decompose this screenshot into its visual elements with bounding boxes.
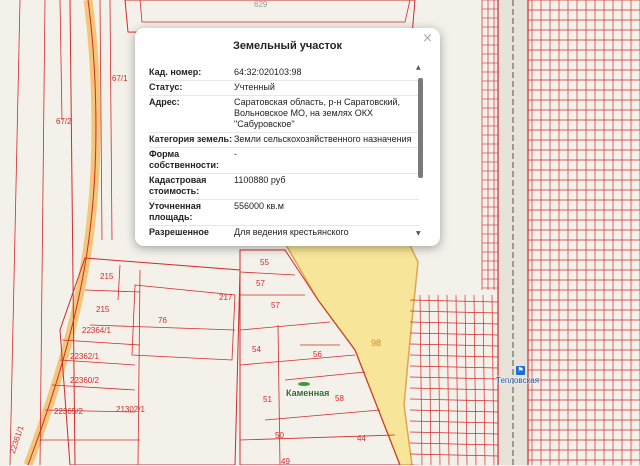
parcel-number: 67/1 bbox=[112, 74, 128, 83]
attribute-value: Земли сельскохозяйственного назначения bbox=[234, 134, 412, 144]
attribute-key: Кадастровая стоимость: bbox=[149, 175, 207, 196]
parcel-number: 22364/1 bbox=[82, 326, 111, 335]
attribute-key: Категория земель: bbox=[149, 134, 233, 144]
parcel-number: 629 bbox=[254, 0, 268, 9]
attribute-key: Адрес: bbox=[149, 97, 180, 107]
attribute-value: Саратовская область, р-н Саратовский, Во… bbox=[234, 97, 401, 129]
parcel-number: 56 bbox=[313, 350, 322, 359]
parcel-number: 54 bbox=[252, 345, 261, 354]
attribute-key: Форма собственности: bbox=[149, 149, 219, 170]
popup-attributes-list[interactable]: Кад. номер: 64:32:020103:98 Статус: Учте… bbox=[149, 66, 419, 238]
attribute-row-address: Адрес: Саратовская область, р-н Саратовс… bbox=[149, 96, 419, 133]
attribute-value: Для ведения крестьянского bbox=[234, 227, 349, 237]
place-name-label[interactable]: Каменная bbox=[286, 388, 329, 398]
parcel-info-popup[interactable]: Земельный участок × Кад. номер: 64:32:02… bbox=[135, 28, 440, 246]
parcel-number: 22362/1 bbox=[70, 352, 99, 361]
attribute-key: Разрешенное bbox=[149, 227, 209, 237]
close-icon[interactable]: × bbox=[422, 31, 433, 46]
place-marker-icon bbox=[298, 382, 310, 386]
scroll-down-icon[interactable]: ▼ bbox=[416, 230, 421, 237]
attribute-row-permitted-use: Разрешенное Для ведения крестьянского bbox=[149, 226, 419, 238]
parcel-number: 58 bbox=[335, 394, 344, 403]
railway-strip bbox=[498, 0, 528, 465]
attribute-row-land-category: Категория земель: Земли сельскохозяйстве… bbox=[149, 133, 419, 148]
attribute-key: Уточненная площадь: bbox=[149, 201, 201, 222]
parcel-number: 217 bbox=[219, 293, 233, 302]
popup-title: Земельный участок bbox=[233, 40, 342, 52]
parcel-number: 51 bbox=[263, 395, 272, 404]
attribute-value: 1100880 руб bbox=[234, 175, 286, 185]
attribute-row-ownership: Форма собственности: - bbox=[149, 148, 419, 174]
popup-scrollbar[interactable]: ▲ ▼ bbox=[416, 64, 423, 238]
parcel-number: 57 bbox=[256, 279, 265, 288]
parcel-number: 44 bbox=[357, 434, 366, 443]
parcel-number: 98 bbox=[371, 338, 382, 348]
attribute-row-cadastral-number: Кад. номер: 64:32:020103:98 bbox=[149, 66, 419, 81]
scroll-up-icon[interactable]: ▲ bbox=[416, 64, 421, 71]
parcel-number: 21302/1 bbox=[116, 405, 145, 414]
train-station-icon[interactable]: ⚑ bbox=[516, 366, 525, 375]
attribute-value: Учтенный bbox=[234, 82, 275, 92]
parcel-number: 67/2 bbox=[56, 117, 72, 126]
station-name-label[interactable]: Тепловская bbox=[496, 376, 539, 385]
attribute-value: - bbox=[234, 149, 237, 159]
attribute-value: 64:32:020103:98 bbox=[234, 67, 302, 77]
parcel-number: 50 bbox=[275, 431, 284, 440]
attribute-key: Кад. номер: bbox=[149, 67, 202, 77]
parcel-number: 76 bbox=[158, 316, 167, 325]
parcel-number: 22360/2 bbox=[70, 376, 99, 385]
attribute-value: 556000 кв.м bbox=[234, 201, 284, 211]
scrollbar-thumb[interactable] bbox=[418, 78, 423, 178]
attribute-row-area: Уточненная площадь: 556000 кв.м bbox=[149, 200, 419, 226]
parcel-number: 215 bbox=[100, 272, 114, 281]
parcel-number: 57 bbox=[271, 301, 280, 310]
parcel-number: 55 bbox=[260, 258, 269, 267]
attribute-key: Статус: bbox=[149, 82, 183, 92]
attribute-row-status: Статус: Учтенный bbox=[149, 81, 419, 96]
parcel-number: 22365/2 bbox=[54, 407, 83, 416]
parcel-number: 215 bbox=[96, 305, 110, 314]
attribute-row-cadastral-value: Кадастровая стоимость: 1100880 руб bbox=[149, 174, 419, 200]
